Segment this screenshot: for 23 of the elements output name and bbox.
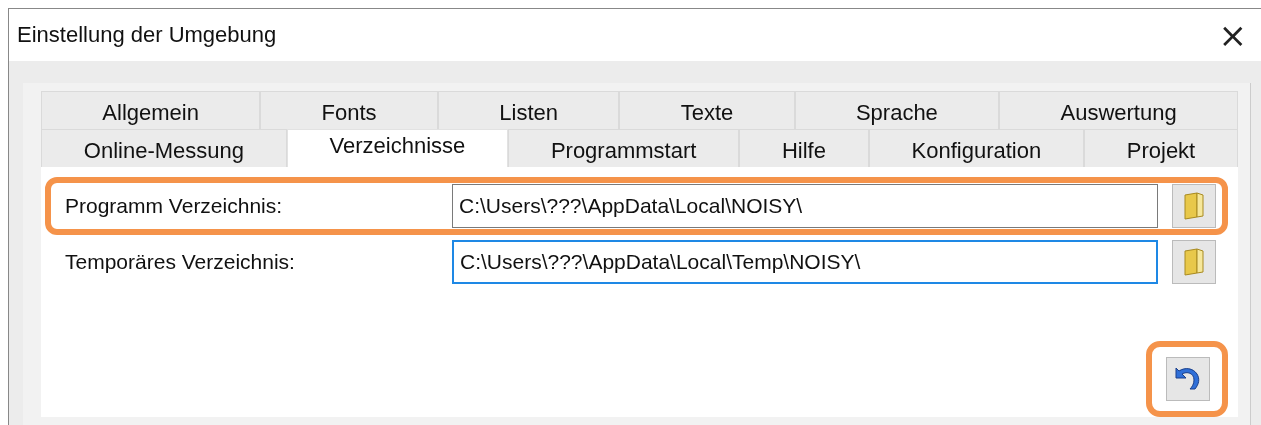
folder-icon bbox=[1183, 192, 1205, 220]
field-label: Temporäres Verzeichnis: bbox=[65, 250, 296, 274]
tab[interactable]: Listen bbox=[437, 91, 620, 129]
tab[interactable]: Fonts bbox=[260, 91, 438, 129]
tab[interactable]: Allgemein bbox=[41, 91, 261, 129]
window-title: Einstellung der Umgebung bbox=[17, 22, 277, 48]
browse-button[interactable] bbox=[1172, 184, 1216, 228]
undo-button[interactable] bbox=[1166, 357, 1210, 401]
tab[interactable]: Verzeichnisse bbox=[286, 129, 509, 167]
tab[interactable]: Auswertung bbox=[999, 91, 1239, 129]
browse-button[interactable] bbox=[1172, 240, 1216, 284]
tab[interactable]: Programmstart bbox=[508, 129, 740, 167]
folder-icon bbox=[1183, 248, 1205, 276]
path-field[interactable]: C:\Users\???\AppData\Local\NOISY\ bbox=[452, 184, 1158, 228]
tab[interactable]: Online-Messung bbox=[41, 129, 287, 167]
tab[interactable]: Sprache bbox=[794, 91, 1000, 129]
close-button[interactable]: × bbox=[1204, 15, 1261, 55]
path-field[interactable]: C:\Users\???\AppData\Local\Temp\NOISY\ bbox=[452, 240, 1158, 284]
field-label: Programm Verzeichnis: bbox=[65, 194, 284, 218]
tab[interactable]: Hilfe bbox=[739, 129, 869, 167]
tab[interactable]: Texte bbox=[619, 91, 795, 129]
tab[interactable]: Projekt bbox=[1084, 129, 1239, 167]
tab[interactable]: Konfiguration bbox=[868, 129, 1084, 167]
